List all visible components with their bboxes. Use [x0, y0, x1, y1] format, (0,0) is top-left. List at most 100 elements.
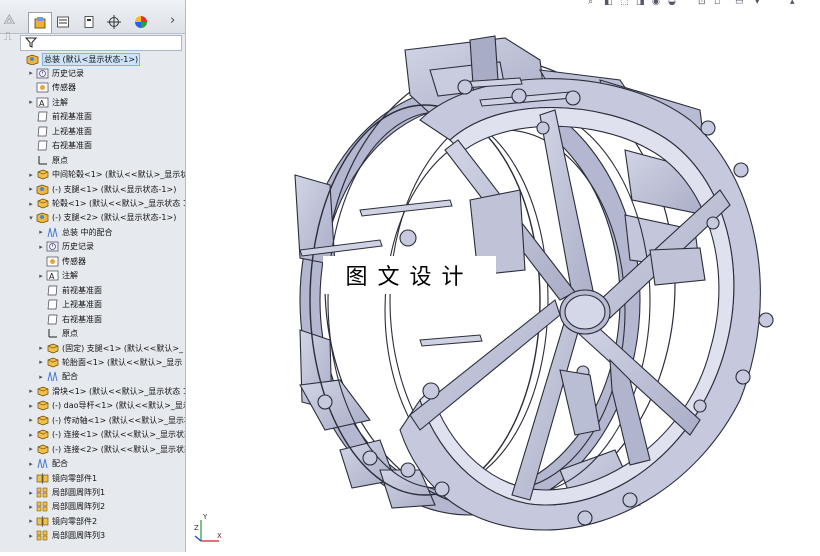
- expand-arrow-icon[interactable]: ▸: [26, 532, 36, 540]
- tree-item[interactable]: ▸ 局部圆周阵列3: [26, 529, 105, 543]
- y-axis-label: Y: [202, 513, 208, 521]
- sensor-icon: [36, 82, 49, 93]
- more-tabs-chevron-icon[interactable]: ›: [170, 13, 175, 28]
- graphics-viewport[interactable]: [189, 0, 820, 552]
- expand-arrow-icon[interactable]: ▸: [26, 517, 36, 525]
- tree-item[interactable]: ▸ 配合: [26, 457, 68, 471]
- expand-arrow-icon[interactable]: ▸: [26, 98, 36, 106]
- origin-icon: [36, 155, 49, 166]
- tree-item-label: (-) 连接<2> (默认<<默认>_显示状态: [52, 444, 186, 454]
- panel-splitter[interactable]: [185, 265, 186, 285]
- tree-item[interactable]: 前视基准面: [26, 110, 92, 124]
- tree-item-label: 总装 (默认<显示状态-1>): [42, 52, 141, 66]
- expand-arrow-icon[interactable]: ▸: [36, 228, 46, 236]
- tree-item[interactable]: 传感器: [36, 254, 86, 268]
- display-manager-tab[interactable]: [130, 12, 152, 32]
- collapse-arrow-icon[interactable]: ▾: [26, 214, 36, 222]
- plane-icon: [36, 126, 49, 137]
- tree-item[interactable]: ▸ (-) 连接<1> (默认<<默认>_显示状态: [26, 428, 185, 442]
- expand-arrow-icon[interactable]: ▸: [26, 69, 36, 77]
- tree-item[interactable]: 上视基准面: [26, 124, 92, 138]
- tree-item-label: 配合: [62, 372, 78, 382]
- tree-item-label: 历史记录: [52, 68, 84, 78]
- tree-item[interactable]: 原点: [36, 327, 78, 341]
- expand-arrow-icon[interactable]: ▸: [26, 402, 36, 410]
- assembly-icon: [26, 54, 39, 65]
- tree-item[interactable]: 前视基准面: [36, 283, 102, 297]
- expand-arrow-icon[interactable]: ▸: [26, 200, 36, 208]
- expand-arrow-icon[interactable]: ▸: [26, 431, 36, 439]
- configuration-manager-tab[interactable]: [78, 12, 100, 32]
- tree-item[interactable]: 上视基准面: [36, 298, 102, 312]
- tree-item[interactable]: 右视基准面: [26, 139, 92, 153]
- mates-icon: [46, 227, 59, 238]
- expand-arrow-icon[interactable]: ▸: [26, 171, 36, 179]
- tree-item[interactable]: ▸ 中间轮毂<1> (默认<<默认>_显示状: [26, 168, 185, 182]
- part-icon: [46, 343, 59, 354]
- part-icon: [36, 386, 49, 397]
- expand-arrow-icon[interactable]: ▸: [26, 387, 36, 395]
- expand-arrow-icon[interactable]: ▸: [36, 373, 46, 381]
- expand-arrow-icon[interactable]: ▸: [26, 503, 36, 511]
- tree-item-label: 前视基准面: [52, 112, 92, 122]
- tree-item[interactable]: ▸ (-) dao导杆<1> (默认<<默认>_显示: [26, 399, 185, 413]
- pin-icon[interactable]: ⟁: [3, 12, 16, 28]
- collapse-icon[interactable]: ⎍: [4, 30, 12, 44]
- plane-icon: [46, 314, 59, 325]
- pattern-icon: [36, 501, 49, 512]
- tree-item-label: 镜向零部件1: [52, 473, 98, 483]
- expand-arrow-icon[interactable]: ▸: [36, 344, 46, 352]
- expand-arrow-icon[interactable]: ▸: [26, 185, 36, 193]
- tree-item[interactable]: ▸ A 注解: [26, 95, 68, 109]
- tree-item[interactable]: ▸ 局部圆周阵列2: [26, 500, 105, 514]
- expand-arrow-icon[interactable]: ▸: [26, 474, 36, 482]
- tree-item-label: 右视基准面: [52, 141, 92, 151]
- tree-item[interactable]: ▸ (-) 支腿<1> (默认<显示状态-1>): [26, 182, 176, 196]
- tree-item-label: 上视基准面: [52, 126, 92, 136]
- tree-item-label: (-) 支腿<2> (默认<显示状态-1>): [52, 213, 177, 223]
- tree-item[interactable]: ▸ (固定) 支腿<1> (默认<<默认>_: [36, 341, 183, 355]
- tree-item[interactable]: ▸ 局部圆周阵列1: [26, 486, 105, 500]
- subasm-icon: [36, 212, 49, 224]
- tree-item-label: 传感器: [52, 83, 76, 93]
- expand-arrow-icon[interactable]: ▸: [36, 358, 46, 366]
- tree-item[interactable]: ▸ 总装 中的配合: [36, 225, 113, 239]
- expand-arrow-icon[interactable]: ▸: [26, 445, 36, 453]
- plane-icon: [36, 111, 49, 122]
- tree-item[interactable]: ▸ A 注解: [36, 269, 78, 283]
- tree-item[interactable]: ▸ 镜向零部件1: [26, 471, 97, 485]
- expand-arrow-icon[interactable]: ▸: [26, 460, 36, 468]
- tree-item-label: 配合: [52, 459, 68, 469]
- tree-item[interactable]: ▸ (-) 连接<2> (默认<<默认>_显示状态: [26, 442, 186, 456]
- watermark-box: 图文设计: [323, 256, 496, 294]
- wheel-assembly-model[interactable]: [189, 0, 820, 552]
- filter-icon[interactable]: [24, 36, 38, 51]
- coordinate-triad: Z X Y: [193, 508, 223, 548]
- expand-arrow-icon[interactable]: ▸: [26, 489, 36, 497]
- tree-item[interactable]: ▸ 轮胎面<1> (默认<<默认>_显示: [36, 355, 182, 369]
- pattern-icon: [36, 487, 49, 498]
- tree-item[interactable]: 传感器: [26, 81, 76, 95]
- expand-arrow-icon[interactable]: ▸: [36, 243, 46, 251]
- tree-item[interactable]: ▸ 滑块<1> (默认<<默认>_显示状态 1: [26, 384, 185, 398]
- tree-item[interactable]: ▾ (-) 支腿<2> (默认<显示状态-1>): [26, 211, 176, 225]
- tree-item[interactable]: 总装 (默认<显示状态-1>): [16, 52, 141, 66]
- property-manager-tab[interactable]: [52, 12, 74, 32]
- tree-item[interactable]: ▸ 配合: [36, 370, 78, 384]
- expand-arrow-icon[interactable]: ▸: [26, 416, 36, 424]
- tree-item[interactable]: ▸ 轮毂<1> (默认<<默认>_显示状态 1: [26, 197, 185, 211]
- expand-arrow-icon[interactable]: ▸: [36, 272, 46, 280]
- dimxpert-tab[interactable]: [103, 12, 125, 32]
- tree-item[interactable]: ▸ (-) 传动轴<1> (默认<<默认>_显示状: [26, 413, 185, 427]
- feature-manager-tab[interactable]: [28, 12, 52, 33]
- part-icon: [36, 400, 49, 411]
- tree-item[interactable]: ▸ 镜向零部件2: [26, 514, 97, 528]
- tree-item[interactable]: 右视基准面: [36, 312, 102, 326]
- tree-item[interactable]: ▸ 历史记录: [26, 66, 84, 80]
- tree-filter-field[interactable]: [20, 35, 182, 51]
- tree-item-label: 总装 中的配合: [62, 227, 113, 237]
- tree-item-label: 局部圆周阵列2: [52, 502, 106, 512]
- tree-item[interactable]: 原点: [26, 153, 68, 167]
- tree-item[interactable]: ▸ 历史记录: [36, 240, 94, 254]
- feature-manager-panel: ⟁ › ⎍ 总装 (默认<显示状态-1>) ▸ 历史记录 传感器 ▸ A 注解 前视基准面 上视…: [0, 0, 186, 552]
